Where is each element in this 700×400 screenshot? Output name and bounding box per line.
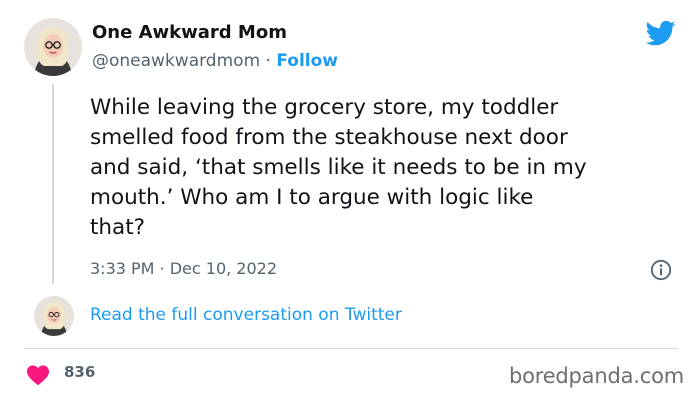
avatar-portrait-image [34,296,74,336]
author-handle-row: @oneawkwardmom · Follow [92,51,338,71]
thread-connector-line [52,84,54,284]
avatar-portrait-image [24,18,82,76]
author-handle[interactable]: @oneawkwardmom [92,51,260,71]
heart-icon[interactable] [26,364,50,386]
divider [24,348,678,349]
tweet-text: While leaving the grocery store, my todd… [90,95,587,240]
twitter-bird-icon[interactable] [644,18,678,48]
conversation-avatar[interactable] [34,296,74,336]
like-count: 836 [64,363,96,381]
tweet-timestamp[interactable]: 3:33 PM · Dec 10, 2022 [90,259,277,278]
boredpanda-watermark: boredpanda.com [508,364,684,388]
author-display-name[interactable]: One Awkward Mom [92,22,287,43]
follow-button[interactable]: Follow [276,51,338,71]
info-icon[interactable] [650,259,672,281]
handle-separator: · [260,51,277,71]
author-avatar[interactable] [24,18,82,76]
read-conversation-link[interactable]: Read the full conversation on Twitter [90,305,402,325]
